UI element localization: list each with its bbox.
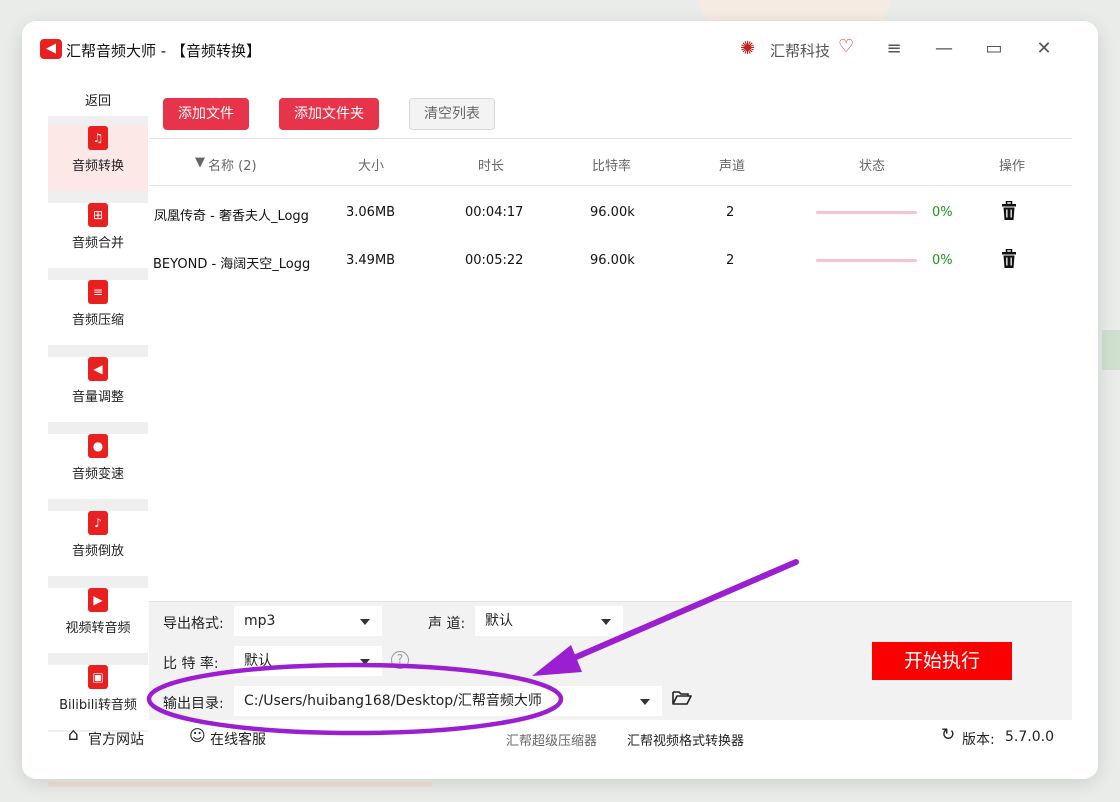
- footer: ⌂ 官方网站 ☺ 在线客服 汇帮超级压缩器 汇帮视频格式转换器 ↻ 版本: 5.…: [48, 720, 1072, 756]
- channel-value: 默认: [485, 613, 513, 629]
- sidebar-item-label: 音量调整: [71, 390, 124, 405]
- app-title: 汇帮音频大师 - 【音频转换】: [66, 42, 261, 60]
- audio-merge-icon: ⊞: [88, 203, 108, 227]
- clear-list-button[interactable]: 清空列表: [409, 98, 495, 130]
- support-icon[interactable]: ☺: [189, 726, 206, 745]
- chevron-down-icon: [601, 619, 611, 625]
- help-icon[interactable]: ?: [391, 651, 409, 669]
- microphone-icon: ●: [88, 434, 108, 458]
- column-header-name[interactable]: 名称 (2): [208, 155, 257, 174]
- sidebar-item-label: 音频倒放: [71, 544, 124, 559]
- progress-bar: [816, 259, 917, 262]
- chevron-down-icon: [360, 659, 370, 665]
- table-row[interactable]: BEYOND - 海阔天空_Logg 3.49MB 00:05:22 96.00…: [149, 236, 1072, 284]
- status-percent: 0%: [932, 205, 953, 220]
- video-converter-link[interactable]: 汇帮视频格式转换器: [627, 730, 744, 749]
- file-duration: 00:04:17: [465, 205, 524, 220]
- home-icon[interactable]: ⌂: [68, 725, 79, 745]
- file-channels: 2: [726, 205, 735, 220]
- trash-icon[interactable]: [1001, 201, 1017, 221]
- version-label: 版本:: [962, 732, 995, 748]
- chevron-down-icon: [360, 619, 370, 625]
- maximize-button[interactable]: ▭: [979, 35, 1009, 63]
- start-button[interactable]: 开始执行: [872, 642, 1012, 680]
- column-header-bitrate: 比特率: [592, 159, 632, 174]
- file-bitrate: 96.00k: [590, 205, 635, 220]
- menu-icon[interactable]: ≡: [879, 35, 909, 63]
- format-label: 导出格式:: [163, 616, 224, 632]
- music-note-icon: ♪: [88, 511, 108, 535]
- back-button[interactable]: 返回: [48, 88, 148, 116]
- column-header-channels: 声道: [719, 159, 746, 174]
- status-percent: 0%: [932, 253, 953, 268]
- add-folder-button[interactable]: 添加文件夹: [279, 98, 379, 130]
- bilibili-tv-icon: ▣: [88, 665, 108, 689]
- file-size: 3.49MB: [346, 253, 396, 268]
- bitrate-label: 比 特 率:: [163, 656, 219, 672]
- column-header-status: 状态: [859, 159, 886, 174]
- sidebar-item-label: 视频转音频: [65, 621, 131, 636]
- sidebar-item-video-to-audio[interactable]: ▶ 视频转音频: [48, 588, 148, 655]
- support-link[interactable]: 在线客服: [210, 729, 266, 749]
- toolbar: 添加文件 添加文件夹 清空列表: [149, 88, 1072, 139]
- file-name: BEYOND - 海阔天空_Logg: [153, 257, 311, 272]
- sidebar-item-speed[interactable]: ● 音频变速: [48, 434, 148, 501]
- add-file-button[interactable]: 添加文件: [163, 98, 249, 130]
- sidebar-item-audio-compress[interactable]: ≡ 音频压缩: [48, 280, 148, 347]
- minimize-button[interactable]: —: [929, 35, 959, 63]
- bitrate-value: 默认: [244, 653, 272, 669]
- file-bitrate: 96.00k: [590, 253, 635, 268]
- sidebar-item-label: 音频转换: [71, 159, 124, 174]
- channel-label: 声 道:: [428, 616, 466, 632]
- sidebar-item-reverse[interactable]: ♪ 音频倒放: [48, 511, 148, 578]
- audio-compress-icon: ≡: [88, 280, 108, 304]
- output-dir-value: C:/Users/huibang168/Desktop/汇帮音频大师: [244, 693, 542, 709]
- file-channels: 2: [726, 253, 735, 268]
- trash-icon[interactable]: [1001, 249, 1017, 269]
- close-button[interactable]: ✕: [1029, 35, 1059, 63]
- output-dir-label: 输出目录:: [163, 696, 224, 712]
- brand-logo-icon: ✺: [740, 38, 756, 59]
- app-logo-icon: ◀: [40, 39, 62, 59]
- title-bar: ◀ 汇帮音频大师 - 【音频转换】 ✺ 汇帮科技 ♡ ≡ — ▭ ✕: [26, 30, 1066, 70]
- film-icon: ▶: [88, 588, 108, 612]
- channel-select[interactable]: 默认: [475, 606, 623, 636]
- sidebar-item-volume[interactable]: ◀ 音量调整: [48, 357, 148, 424]
- volume-icon: ◀: [88, 357, 108, 381]
- settings-panel: 导出格式: mp3 声 道: 默认 比 特 率: 默认 ? 输出目录: C:/U…: [149, 601, 1072, 720]
- version-value: 5.7.0.0: [1005, 729, 1054, 745]
- chevron-down-icon: [640, 699, 650, 705]
- compressor-link[interactable]: 汇帮超级压缩器: [506, 730, 597, 749]
- file-size: 3.06MB: [346, 205, 396, 220]
- column-header-actions: 操作: [999, 159, 1026, 174]
- sidebar-item-label: 音频合并: [71, 236, 124, 251]
- format-select[interactable]: mp3: [234, 606, 382, 636]
- sidebar-item-label: Bilibili转音频: [59, 698, 137, 713]
- table-row[interactable]: 凤凰传奇 - 奢香夫人_Logg 3.06MB 00:04:17 96.00k …: [149, 188, 1072, 236]
- file-duration: 00:05:22: [465, 253, 524, 268]
- sidebar: 返回 ♫ 音频转换 ⊞ 音频合并 ≡ 音频压缩 ◀ 音量调整 ● 音频变速 ♪ …: [48, 88, 148, 732]
- background-shape: [1102, 330, 1120, 370]
- column-header-duration: 时长: [478, 159, 505, 174]
- progress-bar: [816, 211, 917, 214]
- table-header: ▼ 名称 (2) 大小 时长 比特率 声道 状态 操作: [149, 140, 1072, 186]
- music-convert-icon: ♫: [88, 126, 108, 150]
- brand-name: 汇帮科技: [770, 42, 831, 60]
- refresh-icon[interactable]: ↻: [941, 725, 955, 745]
- website-link[interactable]: 官方网站: [88, 729, 144, 749]
- background-shape: [48, 782, 432, 787]
- output-dir-select[interactable]: C:/Users/huibang168/Desktop/汇帮音频大师: [234, 686, 662, 716]
- heart-icon[interactable]: ♡: [838, 36, 854, 57]
- sort-icon[interactable]: ▼: [195, 155, 205, 170]
- sidebar-item-label: 音频压缩: [71, 313, 124, 328]
- bitrate-select[interactable]: 默认: [234, 646, 382, 676]
- sidebar-item-audio-convert[interactable]: ♫ 音频转换: [48, 126, 148, 193]
- format-value: mp3: [244, 613, 276, 629]
- column-header-size: 大小: [358, 159, 385, 174]
- folder-open-icon[interactable]: [672, 690, 692, 706]
- file-name: 凤凰传奇 - 奢香夫人_Logg: [154, 209, 309, 224]
- sidebar-item-label: 音频变速: [71, 467, 124, 482]
- sidebar-item-audio-merge[interactable]: ⊞ 音频合并: [48, 203, 148, 270]
